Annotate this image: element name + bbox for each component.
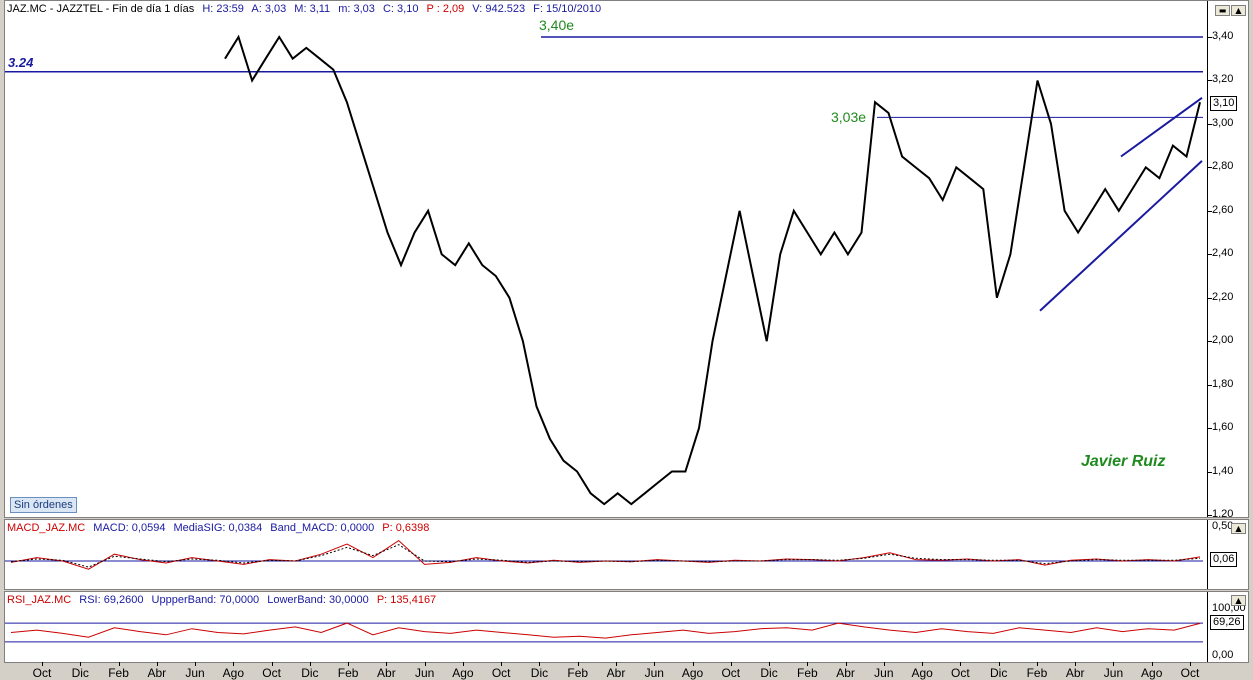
macd-signal-line: [10, 544, 1201, 568]
rsi-minimize-icon[interactable]: ▲: [1231, 595, 1246, 606]
x-tick-label: Ago: [222, 666, 245, 680]
x-tick-label: Oct: [32, 666, 52, 680]
price-pane: JAZ.MC - JAZZTEL - Fin de día 1 días H: …: [4, 0, 1249, 518]
price-chart: [5, 34, 1203, 506]
x-tick-label: Abr: [377, 666, 396, 680]
price-tick-label: 1,60: [1212, 421, 1234, 434]
x-tick-label: Feb: [567, 666, 589, 680]
x-tick-label: Abr: [606, 666, 626, 680]
price-tick-label: 2,00: [1212, 334, 1234, 347]
x-tick-label: Ago: [911, 666, 933, 680]
price-tick-label: 2,80: [1212, 160, 1234, 173]
price-tick-label: 3,00: [1212, 116, 1234, 129]
x-tick-label: Oct: [721, 666, 741, 680]
rsi-pane: RSI_JAZ.MC RSI: 69,2600 UppperBand: 70,0…: [4, 591, 1249, 663]
level-340-label: 3,40e: [539, 17, 575, 33]
x-tick-label: Dic: [760, 666, 778, 680]
price-tick-label: 2,20: [1212, 290, 1234, 303]
level-303-label: 3,03e: [831, 109, 867, 125]
maximize-icon[interactable]: ▲: [1231, 5, 1246, 16]
price-tick-label: 3,40: [1212, 30, 1234, 42]
x-tick-label: Abr: [147, 666, 167, 680]
price-tick-label: 1,40: [1212, 464, 1234, 477]
sin-ordenes-button[interactable]: Sin órdenes: [10, 497, 77, 513]
x-tick-label: Feb: [796, 666, 818, 680]
x-tick-label: Feb: [1026, 666, 1048, 680]
x-tick-label: Oct: [262, 666, 281, 680]
rsi-last-value: 69,26: [1210, 615, 1244, 630]
x-tick-label: Ago: [681, 666, 704, 680]
price-y-axis: 3,40 3,20 3,00 2,80 2,60 2,40 2,20 2,00 1,80 1,60…: [1207, 1, 1248, 518]
x-tick-label: Oct: [951, 666, 970, 680]
x-tick-label: Feb: [108, 666, 129, 680]
price-line: [224, 34, 1201, 506]
x-tick-label: Dic: [71, 666, 89, 680]
minimize-icon[interactable]: ▬: [1215, 5, 1230, 16]
author-label: Javier Ruiz: [1081, 453, 1166, 470]
price-tick-label: 1,80: [1212, 377, 1234, 390]
x-tick-label: Jun: [185, 666, 205, 680]
price-last-value: 3,10: [1210, 96, 1238, 111]
x-axis: Oct Dic Feb Abr Jun Ago Oct Dic Feb Abr Jun Ago Oct D…: [0, 662, 1253, 680]
x-tick-label: Oct: [491, 666, 511, 680]
rsi-tick-label: 0,00: [1212, 649, 1234, 661]
macd-minimize-icon[interactable]: ▲: [1231, 523, 1246, 534]
macd-pane: MACD_JAZ.MC MACD: 0,0594 MediaSIG: 0,038…: [4, 519, 1249, 590]
support-trendline: [1039, 160, 1203, 312]
x-tick-label: Ago: [452, 666, 474, 680]
x-tick-label: Jun: [414, 666, 435, 680]
level-324-label: 3.24: [8, 55, 34, 70]
x-tick-label: Dic: [989, 666, 1008, 680]
price-tick-label: 2,40: [1212, 247, 1234, 260]
x-tick-label: Dic: [301, 666, 319, 680]
x-tick-label: Abr: [1065, 666, 1085, 680]
price-tick-label: 2,60: [1212, 203, 1234, 216]
macd-chart: [5, 539, 1203, 570]
x-tick-label: Jun: [1103, 666, 1124, 680]
x-tick-label: Oct: [1180, 666, 1200, 680]
price-tick-label: 1,20: [1212, 508, 1234, 518]
macd-last-value: 0,06: [1210, 552, 1238, 567]
price-tick-label: 3,20: [1212, 73, 1234, 86]
x-tick-label: Feb: [337, 666, 359, 680]
rsi-chart: [5, 622, 1203, 643]
rsi-line: [10, 622, 1201, 639]
channel-upper-line: [1120, 97, 1203, 158]
macd-line: [10, 539, 1201, 570]
x-tick-label: Dic: [530, 666, 549, 680]
x-tick-label: Ago: [1141, 666, 1163, 680]
x-tick-label: Abr: [836, 666, 855, 680]
x-tick-label: Jun: [644, 666, 664, 680]
x-tick-label: Jun: [874, 666, 894, 680]
